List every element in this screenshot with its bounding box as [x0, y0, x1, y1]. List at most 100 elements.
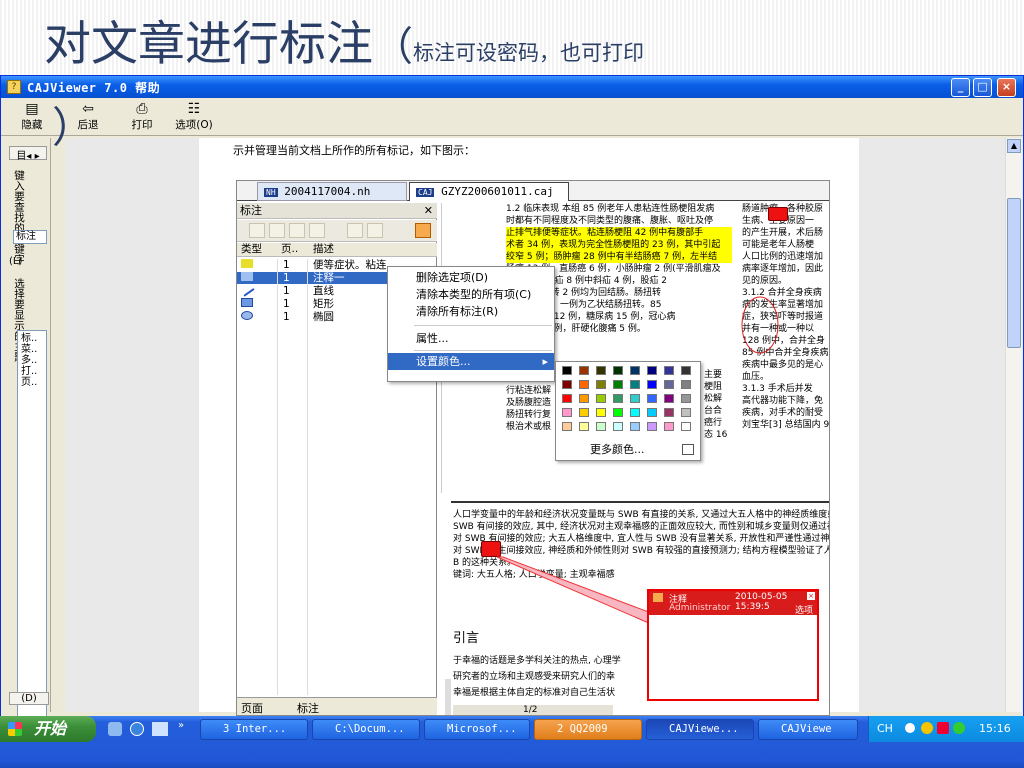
menu-item-properties[interactable]: 属性... — [388, 330, 554, 347]
color-swatch[interactable] — [647, 366, 657, 375]
color-swatch[interactable] — [630, 394, 640, 403]
keyword-input[interactable]: 标注 — [13, 230, 47, 244]
color-swatch[interactable] — [664, 422, 674, 431]
title-bar[interactable]: ? CAJViewer 7.0 帮助 _ □ × — [1, 76, 1023, 98]
hide-button[interactable]: ▤ 隐藏 — [9, 100, 55, 134]
display-button[interactable]: (D) — [9, 692, 49, 705]
lock-icon[interactable] — [249, 223, 265, 238]
color-swatch[interactable] — [596, 380, 606, 389]
scroll-thumb[interactable] — [1007, 198, 1021, 348]
task-qq2009[interactable]: 2 QQ2009 — [534, 719, 642, 740]
show-desktop-icon[interactable] — [108, 722, 122, 736]
color-swatch[interactable] — [579, 366, 589, 375]
color-swatch[interactable] — [613, 394, 623, 403]
topic-item[interactable]: 打.. — [21, 366, 37, 377]
filter-icon[interactable] — [309, 223, 325, 238]
topic-item[interactable]: 页.. — [21, 377, 37, 388]
color-swatch[interactable] — [596, 408, 606, 417]
color-swatch[interactable] — [596, 366, 606, 375]
menu-item-set-color[interactable]: 设置颜色... ▸ — [388, 353, 554, 370]
col-type[interactable]: 类型 — [241, 243, 262, 256]
color-swatch[interactable] — [562, 380, 572, 389]
import-icon[interactable] — [269, 223, 285, 238]
topic-item[interactable]: 多.. — [21, 355, 37, 366]
nav-tab-strip[interactable]: 目◂ ▸ — [9, 146, 47, 162]
color-swatch[interactable] — [562, 366, 572, 375]
color-swatch[interactable] — [664, 380, 674, 389]
color-swatch[interactable] — [562, 408, 572, 417]
tab-annotations[interactable]: 标注 — [297, 700, 319, 715]
color-swatch[interactable] — [562, 394, 572, 403]
qq-tray-icon[interactable] — [921, 722, 933, 734]
color-swatch[interactable] — [647, 408, 657, 417]
note-icon[interactable] — [415, 223, 431, 238]
clock[interactable]: 15:16 — [979, 722, 1011, 735]
color-swatch[interactable] — [596, 422, 606, 431]
topic-item[interactable]: 标.. — [21, 333, 37, 344]
minimize-button[interactable]: _ — [951, 78, 970, 97]
color-swatch[interactable] — [664, 408, 674, 417]
inner-scrollbar[interactable] — [445, 679, 451, 715]
color-swatch[interactable] — [579, 394, 589, 403]
maximize-button[interactable]: □ — [973, 78, 992, 97]
color-swatch[interactable] — [613, 422, 623, 431]
close-button[interactable]: × — [997, 78, 1016, 97]
color-swatch[interactable] — [681, 408, 691, 417]
explorer-quicklaunch-icon[interactable] — [152, 722, 168, 736]
color-swatch[interactable] — [647, 422, 657, 431]
network-tray-icon[interactable] — [953, 722, 965, 734]
color-swatch[interactable] — [579, 422, 589, 431]
task-cajviewer[interactable]: CAJViewe — [758, 719, 858, 740]
color-swatch[interactable] — [613, 366, 623, 375]
menu-item-clear-all[interactable]: 清除所有标注(R) — [388, 303, 554, 320]
col-description[interactable]: 描述 — [313, 243, 334, 256]
ie-quicklaunch-icon[interactable] — [130, 722, 144, 736]
color-swatch[interactable] — [630, 422, 640, 431]
task-cajviewer-help[interactable]: CAJViewe... — [646, 719, 754, 740]
menu-item-delete-selected[interactable]: 删除选定项(D) — [388, 269, 554, 286]
tab-pages[interactable]: 页面 — [241, 700, 263, 715]
color-swatch[interactable] — [681, 422, 691, 431]
close-icon[interactable]: ✕ — [424, 203, 433, 219]
color-swatch[interactable] — [647, 394, 657, 403]
list-button[interactable]: (L) — [9, 256, 22, 267]
tab-caj-document[interactable]: CAJ GZYZ200601011.caj — [409, 182, 569, 201]
color-swatch[interactable] — [613, 408, 623, 417]
note-options-button[interactable]: 选项 — [795, 603, 813, 616]
col-page[interactable]: 页.. — [281, 243, 298, 256]
more-colors-button[interactable]: 更多颜色... — [560, 442, 696, 458]
menu-item-clear-type[interactable]: 清除本类型的所有项(C) — [388, 286, 554, 303]
edit-icon[interactable] — [367, 223, 383, 238]
color-swatch[interactable] — [630, 380, 640, 389]
color-swatch[interactable] — [681, 366, 691, 375]
print-button[interactable]: ⎙ 打印 — [119, 100, 165, 134]
color-swatch[interactable] — [647, 380, 657, 389]
note-marker-icon[interactable] — [768, 207, 788, 221]
topic-list[interactable]: 标.. 菜.. 多.. 打.. 页.. — [17, 330, 47, 754]
color-swatch[interactable] — [579, 380, 589, 389]
color-swatch[interactable] — [630, 366, 640, 375]
options-button[interactable]: ☷ 选项(O) — [171, 100, 217, 134]
vertical-scrollbar[interactable]: ▲ — [1005, 138, 1022, 712]
scroll-up-icon[interactable]: ▲ — [1007, 139, 1021, 153]
color-swatch[interactable] — [613, 380, 623, 389]
task-internet-explorer[interactable]: 3 Inter... — [200, 719, 308, 740]
color-swatch[interactable] — [681, 394, 691, 403]
color-swatch[interactable] — [630, 408, 640, 417]
list-view-icon[interactable] — [347, 223, 363, 238]
ime-indicator[interactable]: CH — [877, 722, 893, 735]
color-swatch[interactable] — [664, 366, 674, 375]
quicklaunch-more-icon[interactable]: » — [178, 720, 184, 731]
close-icon[interactable]: × — [807, 592, 815, 600]
export-icon[interactable] — [289, 223, 305, 238]
task-explorer-folder[interactable]: C:\Docum... — [312, 719, 420, 740]
note-popup[interactable]: 注释 2010-05-05 15:39:5 × Administrator 选项 — [647, 589, 819, 701]
security-tray-icon[interactable] — [937, 722, 949, 734]
task-microsoft-office[interactable]: Microsof... — [424, 719, 530, 740]
color-swatch[interactable] — [596, 394, 606, 403]
tab-nh-document[interactable]: NH 2004117004.nh — [257, 182, 407, 201]
color-swatch[interactable] — [681, 380, 691, 389]
color-swatch[interactable] — [664, 394, 674, 403]
topic-item[interactable]: 菜.. — [21, 344, 37, 355]
ellipse-annotation[interactable] — [740, 295, 780, 355]
